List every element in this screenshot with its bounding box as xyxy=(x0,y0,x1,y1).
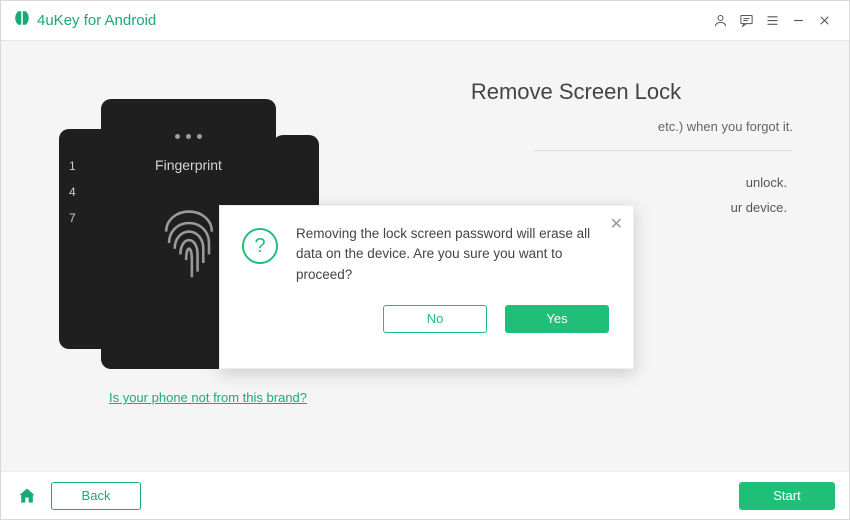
fingerprint-icon xyxy=(154,203,224,288)
account-button[interactable] xyxy=(707,8,733,34)
close-window-button[interactable] xyxy=(811,8,837,34)
divider xyxy=(533,150,793,151)
page-title: Remove Screen Lock xyxy=(359,79,793,105)
pin-digit: 4 xyxy=(69,185,104,199)
main-body: 1 4 7 Fingerprint xyxy=(1,41,849,471)
modal-close-button[interactable]: ✕ xyxy=(610,214,623,234)
pin-digit: 7 xyxy=(69,211,104,225)
question-icon: ? xyxy=(242,228,278,264)
description-fragment: etc.) when you forgot it. xyxy=(359,119,793,134)
app-window: 4uKey for Android 1 4 7 xyxy=(0,0,850,520)
home-button[interactable] xyxy=(15,484,39,508)
modal-message: Removing the lock screen password will e… xyxy=(296,224,609,285)
pin-digit: 1 xyxy=(69,159,104,173)
fingerprint-label: Fingerprint xyxy=(155,157,222,173)
start-button[interactable]: Start xyxy=(739,482,835,510)
minimize-button[interactable] xyxy=(785,8,811,34)
app-title: 4uKey for Android xyxy=(37,12,156,29)
brand-help-link[interactable]: Is your phone not from this brand? xyxy=(109,390,307,405)
back-button[interactable]: Back xyxy=(51,482,141,510)
modal-yes-button[interactable]: Yes xyxy=(505,305,609,333)
feedback-button[interactable] xyxy=(733,8,759,34)
confirm-modal: ✕ ? Removing the lock screen password wi… xyxy=(219,205,634,369)
titlebar: 4uKey for Android xyxy=(1,1,849,41)
bottom-bar: Back Start xyxy=(1,471,849,519)
bullet-fragment: unlock. xyxy=(359,171,787,196)
app-logo: 4uKey for Android xyxy=(13,9,156,32)
app-logo-icon xyxy=(13,9,31,32)
status-dots xyxy=(175,134,202,139)
modal-no-button[interactable]: No xyxy=(383,305,487,333)
menu-button[interactable] xyxy=(759,8,785,34)
